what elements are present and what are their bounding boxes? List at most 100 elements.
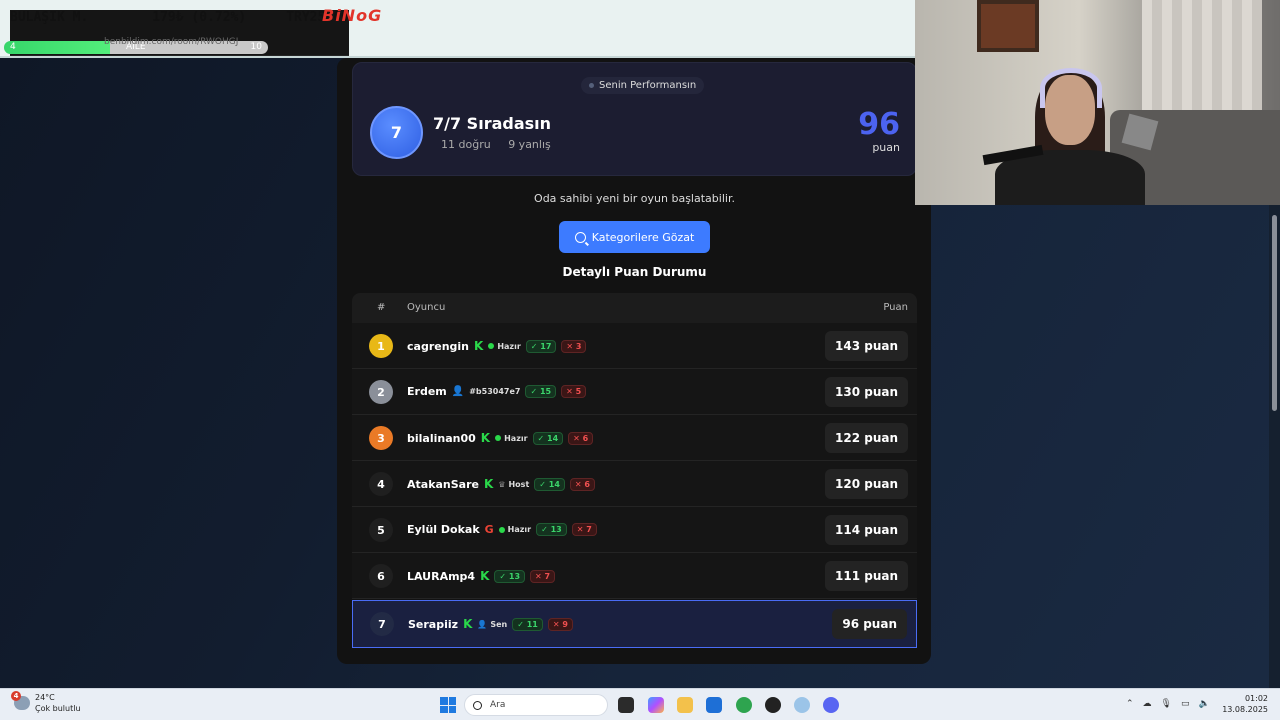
table-row: 1 cagrengin K Hazır ✓ 17 ✕ 3 143 puan <box>352 323 917 369</box>
table-header: # Oyuncu Puan <box>352 293 917 323</box>
monitor-icon[interactable]: ▭ <box>1181 699 1190 709</box>
clock[interactable]: 01:02 13.08.2025 <box>1222 693 1268 715</box>
correct-badge: ✓ 14 <box>532 431 564 445</box>
settings-icon[interactable] <box>794 697 810 713</box>
kick-icon: K <box>480 431 491 445</box>
position-badge: 7 <box>370 106 423 159</box>
player-name: Serapiiz <box>408 617 459 631</box>
rank-badge: 3 <box>369 426 393 450</box>
obs-icon[interactable] <box>765 697 781 713</box>
notice-text: Oda sahibi yeni bir oyun başlatabilir. <box>534 192 735 205</box>
chevron-up-icon[interactable]: ⌃ <box>1126 699 1134 709</box>
ready-badge: Hazır <box>498 525 531 534</box>
room-url: benbildim.com/room/RWOHGJ <box>104 37 239 47</box>
dot-icon <box>589 82 594 88</box>
volume-icon[interactable]: 🔈 <box>1199 699 1210 709</box>
player-name: AtakanSare <box>407 477 479 491</box>
kick-icon: K <box>480 569 490 583</box>
performance-card: Senin Performansın 7 7/7 Sıradasın 11 do… <box>352 62 917 176</box>
player-name: cagrengin <box>407 339 470 353</box>
rank-badge: 2 <box>369 380 393 404</box>
player-score: 120 puan <box>825 469 908 499</box>
player-score: 122 puan <box>825 423 908 453</box>
table-row: 3 bilalinan00 K Hazır ✓ 14 ✕ 6 122 puan <box>352 415 917 461</box>
browse-categories-button[interactable]: Kategorilere Gözat <box>559 221 710 253</box>
you-badge: 👤 Sen <box>477 619 508 629</box>
player-score: 130 puan <box>825 377 908 407</box>
progress-fill <box>4 41 110 54</box>
store-icon[interactable] <box>706 697 722 713</box>
notification-badge: 4 <box>11 691 21 701</box>
google-icon: G <box>484 523 494 536</box>
player-name: bilalinan00 <box>407 431 476 445</box>
rank-badge: 5 <box>369 518 393 542</box>
cloud-icon: 4 <box>11 691 30 710</box>
wrong-badge: ✕ 9 <box>547 617 573 631</box>
cloud-icon[interactable]: ☁ <box>1143 699 1152 709</box>
scrollbar-thumb[interactable] <box>1272 215 1277 411</box>
webcam-feed <box>915 0 1280 205</box>
player-score: 96 puan <box>832 609 907 639</box>
stream-ticker: BULAŞIK M. 179₺ (0.72%) TRY25000 BiNoG 4… <box>0 0 915 58</box>
scoreboard-table: # Oyuncu Puan 1 cagrengin K Hazır ✓ 17 ✕ 3 143… <box>352 293 917 648</box>
microphone-icon[interactable]: 🎙 <box>1161 699 1172 709</box>
rank-badge: 4 <box>369 472 393 496</box>
rank-badge: 7 <box>370 612 394 636</box>
table-row-current-user: 7 Serapiiz K 👤 Sen ✓ 11 ✕ 9 96 puan <box>352 600 917 648</box>
score-label: puan <box>872 141 900 154</box>
ready-badge: Hazır <box>495 434 528 443</box>
wrong-badge: ✕ 6 <box>568 431 594 445</box>
correct-badge: ✓ 14 <box>534 477 565 491</box>
discord-icon[interactable] <box>823 697 839 713</box>
wrong-badge: ✕ 3 <box>561 339 587 353</box>
rank-badge: 1 <box>369 334 393 358</box>
user-id-badge: #b53047e7 <box>469 387 521 396</box>
table-row: 6 LAURAmp4 K ✓ 13 ✕ 7 111 puan <box>352 553 917 599</box>
headphones-icon <box>1040 68 1102 108</box>
wrong-badge: ✕ 5 <box>561 385 587 398</box>
wrong-badge: ✕ 7 <box>571 523 597 536</box>
correct-badge: ✓ 11 <box>512 617 543 631</box>
table-row: 5 Eylül Dokak G Hazır ✓ 13 ✕ 7 114 puan <box>352 507 917 553</box>
temperature: 24°C <box>35 693 55 702</box>
progress-start: 4 <box>10 42 16 52</box>
correct-badge: ✓ 15 <box>525 385 557 398</box>
header-score: Puan <box>883 302 908 313</box>
crown-icon: ♕ <box>498 479 506 489</box>
rank-text: 7/7 Sıradasın <box>433 114 552 133</box>
correct-badge: ✓ 13 <box>494 569 526 583</box>
wrong-badge: ✕ 6 <box>569 477 595 491</box>
header-player: Oyuncu <box>407 302 446 313</box>
chrome-icon[interactable] <box>736 697 752 713</box>
person-icon: 👤 <box>477 619 488 629</box>
ready-badge: Hazır <box>488 342 521 351</box>
host-badge: ♕ Host <box>498 479 530 489</box>
taskbar: 4 24°C Çok bulutlu Ara ⌃ ☁ 🎙 ▭ 🔈 01:02 13.… <box>0 688 1280 720</box>
search-icon <box>473 700 482 710</box>
weather-widget[interactable]: 4 24°C Çok bulutlu <box>11 691 81 714</box>
task-view-icon[interactable] <box>618 697 634 713</box>
table-row: 2 Erdem 👤 #b53047e7 ✓ 15 ✕ 5 130 puan <box>352 369 917 415</box>
system-tray: ⌃ ☁ 🎙 ▭ 🔈 <box>1126 699 1210 709</box>
file-explorer-icon[interactable] <box>677 697 693 713</box>
taskbar-search[interactable]: Ara <box>464 694 608 716</box>
kick-icon: K <box>484 477 494 491</box>
scoreboard-title: Detaylı Puan Durumu <box>562 265 707 279</box>
player-name: LAURAmp4 <box>407 569 476 583</box>
rank-badge: 6 <box>369 564 393 588</box>
binog-logo: BiNoG <box>322 6 383 25</box>
player-name: Eylül Dokak <box>407 523 480 536</box>
correct-badge: ✓ 13 <box>536 523 567 536</box>
correct-badge: ✓ 17 <box>525 339 557 353</box>
player-score: 114 puan <box>825 515 908 545</box>
performance-stats: 11 doğru 9 yanlış <box>441 138 565 151</box>
weather-text: Çok bulutlu <box>35 704 81 713</box>
search-icon <box>574 231 586 243</box>
copilot-icon[interactable] <box>648 697 664 713</box>
player-score: 111 puan <box>825 561 908 591</box>
windows-start-icon[interactable] <box>440 697 456 713</box>
progress-end: 10 <box>250 42 262 52</box>
wrong-count: 9 yanlış <box>508 138 551 151</box>
player-score: 143 puan <box>825 331 908 361</box>
scrollbar[interactable] <box>1269 205 1280 688</box>
